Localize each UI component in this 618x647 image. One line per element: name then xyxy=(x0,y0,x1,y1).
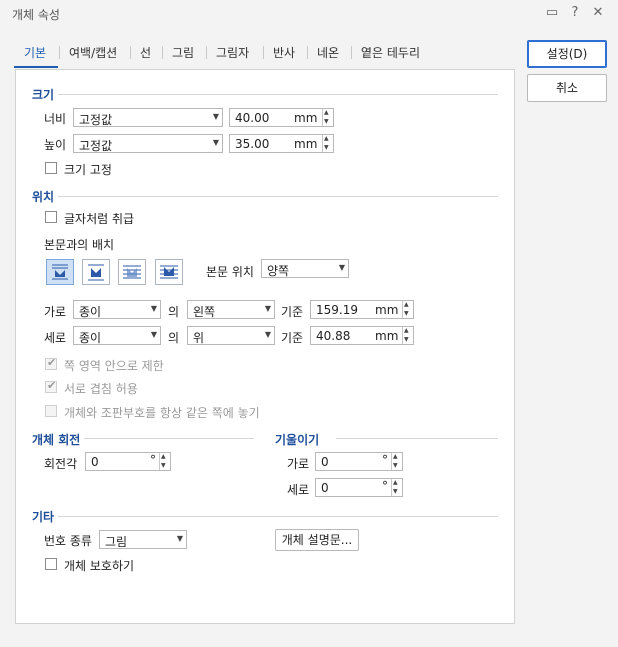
wrap-in-front-button[interactable] xyxy=(155,259,183,285)
chat-icon[interactable]: ▭ xyxy=(544,5,560,21)
of-label: 의 xyxy=(168,331,180,345)
tab-shadow[interactable]: 그림자 xyxy=(216,44,249,61)
tab-basic[interactable]: 기본 xyxy=(24,44,46,61)
tilt-section-title: 기울이기 xyxy=(275,433,320,447)
horizontal-align-select[interactable]: 왼쪽 ▼ xyxy=(187,300,275,319)
allow-overlap-label: 서로 겹침 허용 xyxy=(64,382,138,396)
size-section-title: 크기 xyxy=(32,88,55,102)
height-mode-select[interactable]: 고정값 ▼ xyxy=(73,134,223,153)
wrap-in-front-icon xyxy=(160,265,178,279)
tilt-y-label: 세로 xyxy=(287,483,310,497)
cancel-button[interactable]: 취소 xyxy=(527,74,607,102)
number-type-label: 번호 종류 xyxy=(44,534,92,548)
limit-area-label: 쪽 영역 안으로 제한 xyxy=(64,359,164,373)
chevron-down-icon: ▼ xyxy=(150,304,157,313)
active-tab-indicator xyxy=(14,66,58,68)
wrap-top-bottom-icon xyxy=(88,264,104,281)
position-section-title: 위치 xyxy=(32,190,55,204)
rotation-section-title: 개체 회전 xyxy=(32,433,81,447)
treat-as-char-label: 글자처럼 취급 xyxy=(64,212,135,226)
wrap-behind-text-icon xyxy=(123,265,141,279)
of-label: 의 xyxy=(168,305,180,319)
tab-soft-edge[interactable]: 옅은 테두리 xyxy=(361,44,420,61)
allow-overlap-checkbox[interactable]: ✔ xyxy=(45,379,57,393)
horizontal-offset-input[interactable]: 159.19 mm ▲ ▼ xyxy=(310,300,414,319)
base-label: 기준 xyxy=(281,305,304,319)
rotation-angle-input[interactable]: 0 ° ▲ ▼ xyxy=(85,452,171,471)
width-label: 너비 xyxy=(44,112,67,126)
tab-line[interactable]: 선 xyxy=(140,44,151,61)
horizontal-ref-select[interactable]: 종이 ▼ xyxy=(73,300,161,319)
chevron-down-icon: ▼ xyxy=(212,138,219,147)
close-icon[interactable]: ✕ xyxy=(590,5,606,21)
wrap-top-bottom-button[interactable] xyxy=(82,259,110,285)
window-title: 개체 속성 xyxy=(12,8,60,22)
object-description-button[interactable]: 개체 설명문... xyxy=(275,529,359,551)
wrap-square-icon xyxy=(52,264,68,280)
vertical-ref-select[interactable]: 종이 ▼ xyxy=(73,326,161,345)
vertical-label: 세로 xyxy=(44,331,67,345)
protect-object-label: 개체 보호하기 xyxy=(64,559,135,573)
tab-margin-caption[interactable]: 여백/캡션 xyxy=(69,44,117,61)
width-input[interactable]: 40.00 mm ▲ ▼ xyxy=(229,108,334,127)
ok-button[interactable]: 설정(D) xyxy=(527,40,607,68)
number-type-select[interactable]: 그림 ▼ xyxy=(99,530,187,549)
tab-reflection[interactable]: 반사 xyxy=(273,44,295,61)
size-lock-label: 크기 고정 xyxy=(64,163,112,177)
horizontal-label: 가로 xyxy=(44,305,67,319)
base-label: 기준 xyxy=(281,331,304,345)
vertical-offset-input[interactable]: 40.88 mm ▲ ▼ xyxy=(310,326,414,345)
same-page-label: 개체와 조판부호를 항상 같은 쪽에 놓기 xyxy=(64,406,260,420)
chevron-down-icon: ▼ xyxy=(264,304,271,313)
protect-object-checkbox[interactable] xyxy=(45,558,57,570)
width-mode-select[interactable]: 고정값 ▼ xyxy=(73,108,223,127)
chevron-down-icon: ▼ xyxy=(176,534,183,543)
tab-neon[interactable]: 네온 xyxy=(317,44,339,61)
body-position-select[interactable]: 양쪽 ▼ xyxy=(261,259,349,278)
help-icon[interactable]: ? xyxy=(567,5,583,21)
tab-picture[interactable]: 그림 xyxy=(172,44,194,61)
body-position-label: 본문 위치 xyxy=(206,265,254,279)
vertical-align-select[interactable]: 위 ▼ xyxy=(187,326,275,345)
wrap-square-button[interactable] xyxy=(46,259,74,285)
same-page-checkbox[interactable] xyxy=(45,405,57,417)
chevron-down-icon: ▼ xyxy=(212,112,219,121)
tilt-y-input[interactable]: 0 ° ▲ ▼ xyxy=(315,478,403,497)
tilt-x-input[interactable]: 0 ° ▲ ▼ xyxy=(315,452,403,471)
etc-section-title: 기타 xyxy=(32,510,55,524)
size-lock-checkbox[interactable] xyxy=(45,162,57,174)
chevron-down-icon: ▼ xyxy=(338,263,345,272)
layout-label: 본문과의 배치 xyxy=(44,238,115,252)
height-label: 높이 xyxy=(44,138,67,152)
rotation-angle-label: 회전각 xyxy=(44,457,78,471)
height-input[interactable]: 35.00 mm ▲ ▼ xyxy=(229,134,334,153)
tilt-x-label: 가로 xyxy=(287,457,310,471)
title-bar: 개체 속성 ▭ ? ✕ xyxy=(0,0,618,28)
chevron-down-icon: ▼ xyxy=(150,330,157,339)
limit-area-checkbox[interactable]: ✔ xyxy=(45,356,57,370)
treat-as-char-checkbox[interactable] xyxy=(45,211,57,223)
wrap-behind-text-button[interactable] xyxy=(118,259,146,285)
chevron-down-icon: ▼ xyxy=(264,330,271,339)
